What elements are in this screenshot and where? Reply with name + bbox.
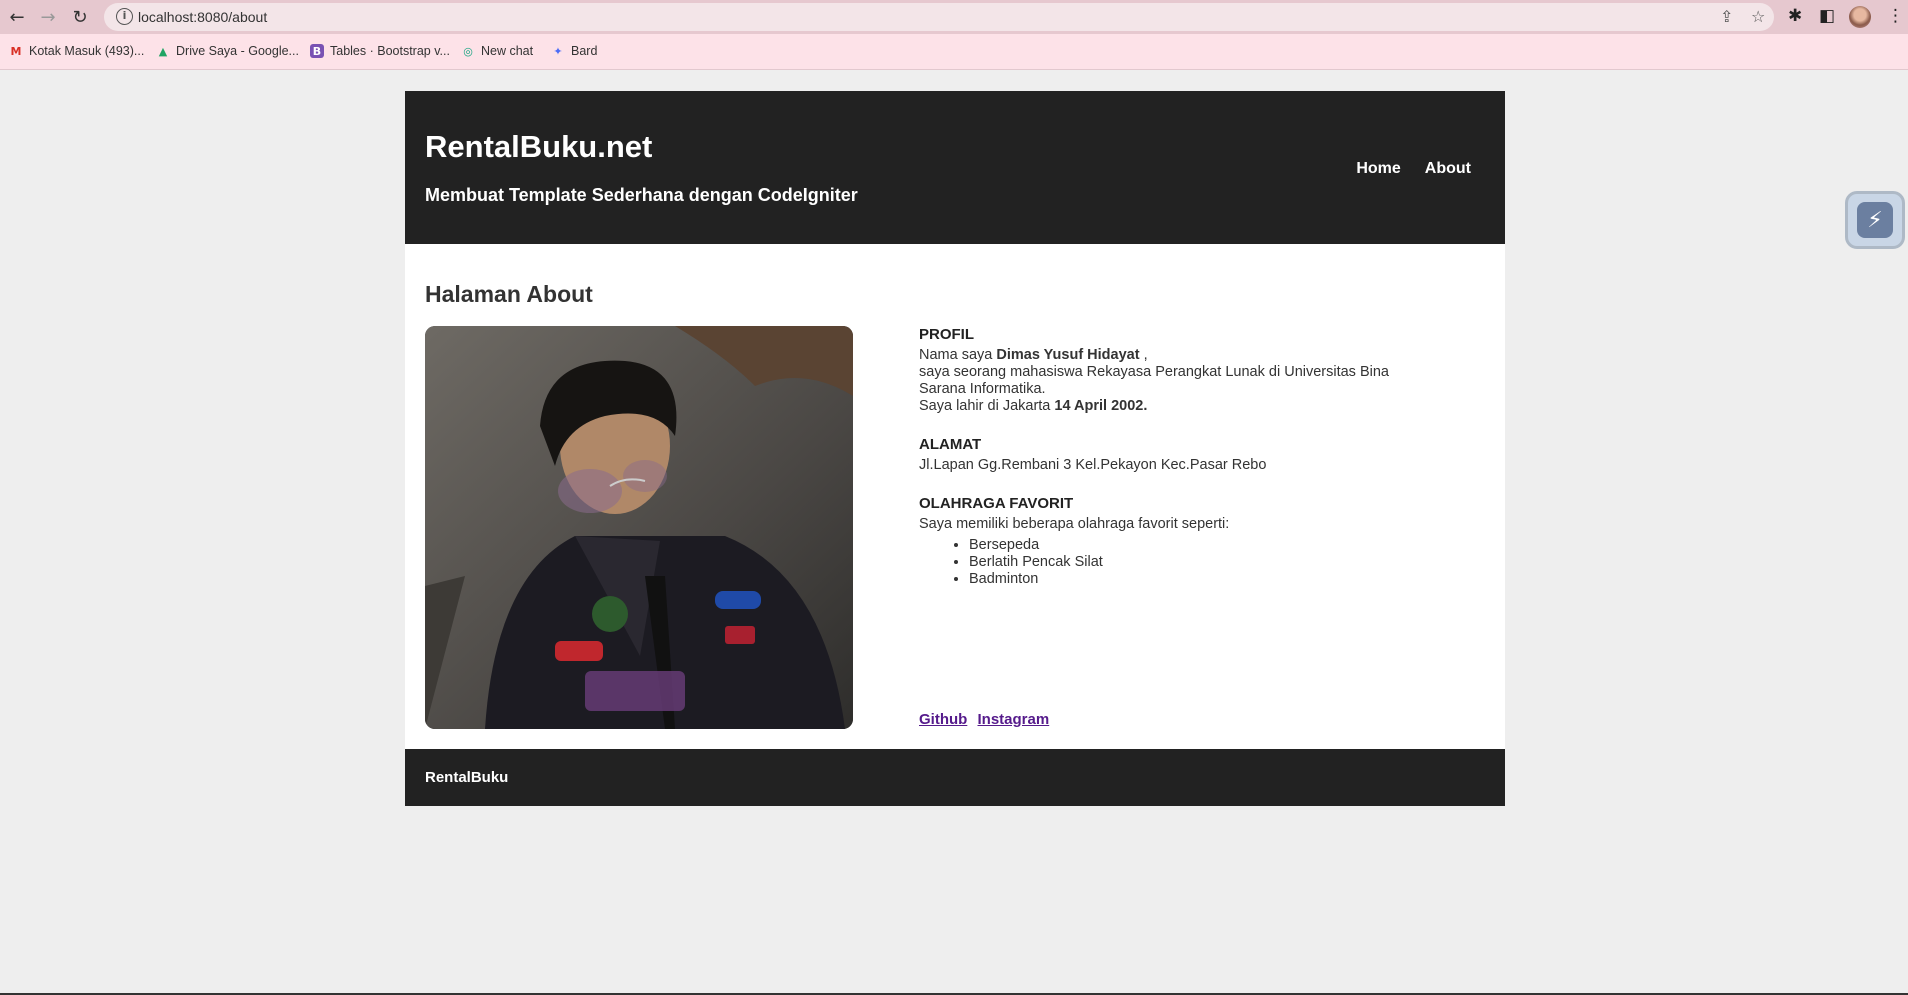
alamat-text: Jl.Lapan Gg.Rembani 3 Kel.Pekayon Kec.Pa… [919, 457, 1267, 473]
footer-brand: RentalBuku [425, 769, 509, 786]
profile-info: PROFIL Nama saya Dimas Yusuf Hidayat , s… [919, 326, 1389, 609]
bookmark-label: New chat [481, 44, 534, 58]
gmail-icon: M [10, 44, 22, 58]
bookmark-drive[interactable]: ▲ Drive Saya - Google... [156, 44, 299, 58]
extensions-icon[interactable]: ✱ [1788, 6, 1802, 26]
profil-name: Dimas Yusuf Hidayat [996, 347, 1140, 363]
drive-icon: ▲ [158, 44, 168, 58]
profil-study: saya seorang mahasiswa Rekayasa Perangka… [919, 364, 1389, 397]
olahraga-intro: Saya memiliki beberapa olahraga favorit … [919, 516, 1230, 532]
side-panel-icon[interactable]: ◧ [1819, 6, 1835, 26]
profil-text: Nama saya Dimas Yusuf Hidayat , saya seo… [919, 347, 1389, 415]
profil-section: PROFIL Nama saya Dimas Yusuf Hidayat , s… [919, 326, 1389, 415]
lightning-icon: ⚡ [1857, 202, 1893, 238]
profil-birthdate: 14 April 2002. [1054, 398, 1148, 414]
nav-about-link[interactable]: About [1425, 160, 1471, 178]
reload-icon[interactable]: ↻ [68, 5, 92, 29]
bard-icon: ✦ [553, 44, 563, 58]
instagram-link[interactable]: Instagram [978, 711, 1050, 728]
list-item: Berlatih Pencak Silat [969, 554, 1389, 571]
bookmark-bard[interactable]: ✦ Bard [551, 44, 597, 58]
list-item: Badminton [969, 571, 1389, 588]
olahraga-list: Bersepeda Berlatih Pencak Silat Badminto… [969, 537, 1389, 588]
list-item: Bersepeda [969, 537, 1389, 554]
bookmark-label: Bard [571, 44, 598, 58]
site-tagline: Membuat Template Sederhana dengan CodeIg… [425, 185, 858, 205]
forward-icon[interactable]: → [36, 5, 60, 29]
bookmark-label: Tables · Bootstrap v... [330, 44, 450, 58]
site-info-icon[interactable]: i [116, 8, 133, 25]
bookmark-label: Drive Saya - Google... [176, 44, 299, 58]
bookmark-label: Kotak Masuk (493)... [29, 44, 145, 58]
bookmark-chatgpt[interactable]: ◎ New chat [461, 44, 533, 58]
chatgpt-icon: ◎ [463, 44, 473, 58]
site-footer: RentalBuku [405, 749, 1505, 806]
address-bar[interactable]: i localhost:8080/about ⇪ ☆ [104, 3, 1774, 31]
olahraga-section: OLAHRAGA FAVORIT Saya memiliki beberapa … [919, 495, 1389, 588]
back-icon[interactable]: ← [5, 5, 29, 29]
olahraga-heading: OLAHRAGA FAVORIT [919, 495, 1074, 512]
bootstrap-icon: B [310, 44, 324, 58]
social-links: Github Instagram [919, 711, 1055, 728]
profile-avatar[interactable] [1849, 6, 1871, 28]
site-title: RentalBuku.net [425, 129, 653, 164]
alamat-heading: ALAMAT [919, 436, 982, 453]
url-text[interactable]: localhost:8080/about [138, 9, 267, 25]
profile-photo [425, 326, 853, 729]
bookmark-bootstrap[interactable]: B Tables · Bootstrap v... [310, 44, 450, 58]
profil-name-suffix: , [1139, 347, 1148, 363]
main-content: Halaman About PROFIL Nama saya Dimas Yus… [405, 244, 1505, 749]
alamat-section: ALAMAT Jl.Lapan Gg.Rembani 3 Kel.Pekayon… [919, 436, 1389, 474]
profil-heading: PROFIL [919, 326, 974, 343]
site-header: RentalBuku.net Membuat Template Sederhan… [405, 91, 1505, 244]
browser-toolbar: ← → ↻ i localhost:8080/about ⇪ ☆ ✱ ◧ ⋮ [0, 0, 1908, 34]
bookmark-gmail[interactable]: M Kotak Masuk (493)... [9, 44, 145, 58]
bookmark-star-icon[interactable]: ☆ [1751, 7, 1765, 26]
profil-birth-prefix: Saya lahir di Jakarta [919, 398, 1055, 414]
main-nav: Home About [1356, 160, 1471, 178]
page-wrapper: RentalBuku.net Membuat Template Sederhan… [405, 91, 1505, 806]
profil-name-prefix: Nama saya [919, 347, 997, 363]
bookmarks-bar: M Kotak Masuk (493)... ▲ Drive Saya - Go… [0, 34, 1908, 70]
menu-icon[interactable]: ⋮ [1887, 6, 1904, 26]
github-link[interactable]: Github [919, 711, 967, 728]
share-icon[interactable]: ⇪ [1720, 7, 1733, 26]
floating-extension-button[interactable]: ⚡ [1845, 191, 1905, 249]
nav-home-link[interactable]: Home [1356, 160, 1400, 178]
page-title: Halaman About [425, 281, 593, 307]
